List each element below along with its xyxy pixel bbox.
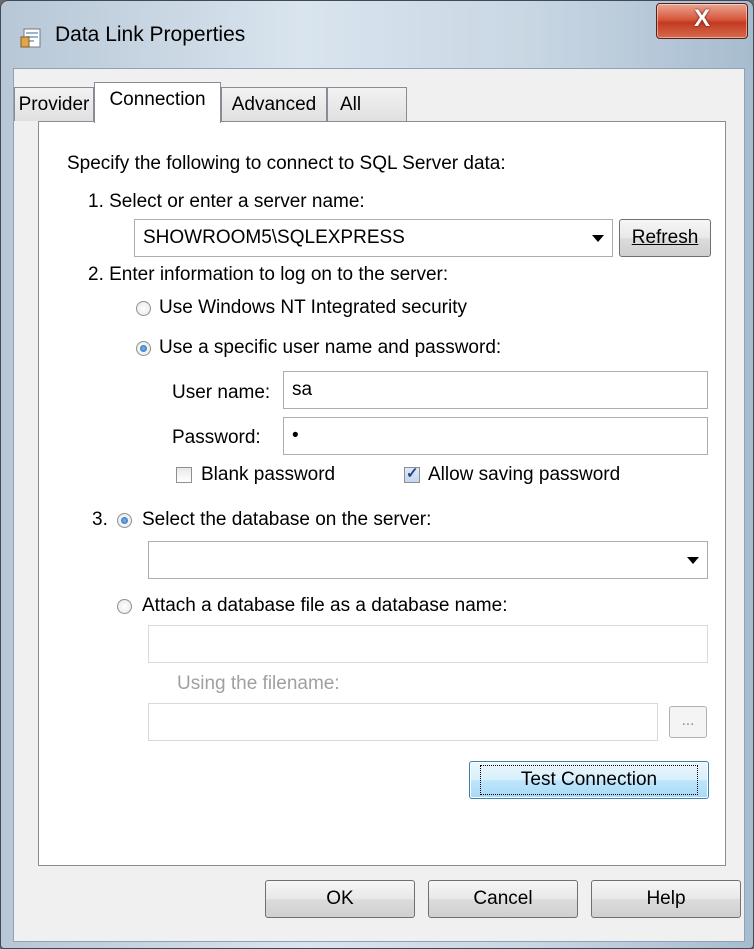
- browse-button[interactable]: ...: [669, 706, 707, 738]
- close-icon: X: [693, 5, 710, 32]
- refresh-button-label: Refresh: [631, 227, 699, 248]
- ok-label: OK: [326, 888, 354, 909]
- intro-text: Specify the following to connect to SQL …: [67, 153, 506, 174]
- title-bar[interactable]: Data Link Properties X: [1, 1, 753, 61]
- filename-input[interactable]: [148, 703, 658, 741]
- step1-label: 1. Select or enter a server name:: [88, 191, 365, 212]
- ok-button[interactable]: OK: [265, 880, 415, 918]
- help-label: Help: [646, 888, 686, 909]
- step3-number: 3.: [92, 509, 108, 530]
- specific-user-radio[interactable]: [136, 341, 151, 356]
- filename-label: Using the filename:: [177, 673, 340, 694]
- dialog-window: Data Link Properties X Provider Connecti…: [0, 0, 754, 949]
- cancel-button[interactable]: Cancel: [428, 880, 578, 918]
- password-label: Password:: [172, 427, 261, 448]
- tab-label: Advanced: [231, 94, 317, 115]
- allow-saving-checkbox[interactable]: ✓: [404, 465, 420, 483]
- chevron-down-icon[interactable]: [687, 557, 699, 564]
- password-value: •: [292, 425, 299, 446]
- attach-database-name-input[interactable]: [148, 625, 708, 663]
- select-database-radio[interactable]: [117, 513, 132, 528]
- allow-saving-label[interactable]: Allow saving password: [428, 464, 620, 486]
- browse-button-label: ...: [681, 712, 695, 729]
- cancel-label: Cancel: [473, 888, 533, 909]
- specific-user-label[interactable]: Use a specific user name and password:: [159, 337, 501, 359]
- username-input[interactable]: sa: [283, 371, 708, 409]
- windows-nt-label[interactable]: Use Windows NT Integrated security: [159, 297, 467, 319]
- window-title: Data Link Properties: [55, 23, 246, 46]
- checkmark-icon: ✓: [406, 465, 419, 482]
- attach-database-radio[interactable]: [117, 599, 132, 614]
- tab-label: Provider: [18, 94, 90, 115]
- focus-rect: [480, 765, 698, 795]
- tab-label: All: [340, 94, 362, 115]
- help-button[interactable]: Help: [591, 880, 741, 918]
- data-link-icon: [20, 28, 41, 48]
- username-label: User name:: [172, 382, 271, 403]
- database-combobox[interactable]: [148, 541, 708, 579]
- attach-database-label[interactable]: Attach a database file as a database nam…: [142, 595, 507, 617]
- blank-password-checkbox[interactable]: [176, 467, 192, 483]
- close-button[interactable]: X: [656, 3, 748, 39]
- password-input[interactable]: •: [283, 417, 708, 455]
- username-value: sa: [292, 379, 313, 400]
- tab-advanced[interactable]: Advanced: [221, 87, 327, 121]
- tab-provider[interactable]: Provider: [14, 87, 94, 121]
- chevron-down-icon[interactable]: [592, 235, 604, 242]
- server-name-value: SHOWROOM5\SQLEXPRESS: [143, 227, 405, 248]
- step2-label: 2. Enter information to log on to the se…: [88, 264, 449, 285]
- tab-all[interactable]: All: [327, 87, 407, 121]
- server-name-combobox[interactable]: SHOWROOM5\SQLEXPRESS: [134, 219, 613, 257]
- test-connection-button[interactable]: Test Connection: [469, 761, 709, 799]
- select-database-label[interactable]: Select the database on the server:: [142, 509, 431, 531]
- tab-connection[interactable]: Connection: [94, 82, 221, 123]
- refresh-button[interactable]: Refresh: [619, 219, 711, 257]
- dialog-client-area: Provider Connection Advanced All Specify…: [13, 68, 745, 942]
- windows-nt-radio[interactable]: [136, 301, 151, 316]
- blank-password-label[interactable]: Blank password: [201, 464, 335, 486]
- tab-label: Connection: [109, 89, 206, 110]
